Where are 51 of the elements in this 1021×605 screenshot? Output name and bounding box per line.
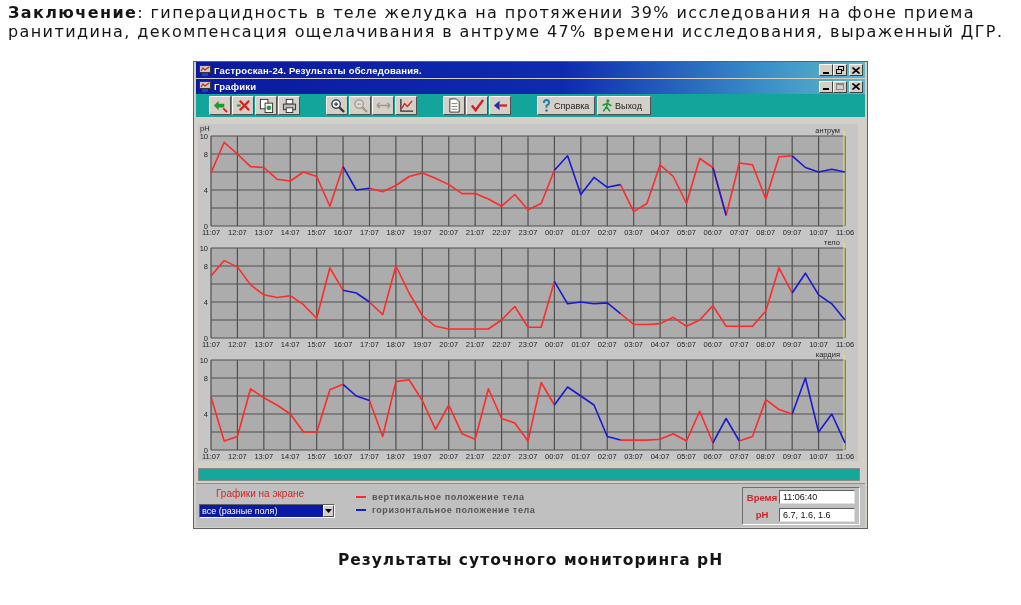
close-button[interactable] (849, 64, 863, 76)
figure-caption: Результаты суточного мониторинга pH (336, 551, 725, 569)
readout-label: Время (745, 491, 779, 503)
dropdown-button[interactable] (323, 505, 334, 517)
toolbar-button[interactable] (466, 96, 488, 115)
cross-icon (235, 98, 251, 113)
help-button[interactable]: Справка (537, 96, 595, 115)
arrows-icon (212, 98, 228, 113)
window-title: Гастроскан-24. Результаты обследования. (214, 64, 422, 76)
minimize-button[interactable] (819, 80, 833, 93)
restore-button[interactable] (833, 64, 847, 76)
arrow-icon (492, 98, 508, 113)
check-icon (469, 98, 485, 113)
readout-label: pH (754, 509, 770, 521)
legend-label: горизонтальное положение тела (372, 504, 536, 515)
app-icon (199, 64, 211, 76)
printer-icon (281, 98, 297, 113)
toolbar-button[interactable] (278, 96, 300, 115)
close-button[interactable] (849, 80, 863, 93)
pages-icon (258, 98, 274, 113)
maximize-button[interactable] (833, 80, 847, 93)
toolbar-button[interactable] (232, 96, 254, 115)
conclusion-text: Заключение: гиперацидность в теле желудка на протяжении 39% исследования на фоне приема ранитидина, декомпенсация ощелачивания в антруме 47% времени исследования, выраженный ДГР. (8, 3, 1005, 41)
zoom-in-icon (329, 98, 345, 113)
toolbar-button[interactable] (326, 96, 348, 115)
readout-field[interactable]: 6.7, 1.6, 1.6 (779, 507, 855, 522)
restore-icon (836, 66, 844, 74)
window-title: Графики (214, 81, 257, 92)
zoom-out-icon (352, 98, 368, 113)
person-icon (602, 99, 612, 112)
display-label: Графики на экране (216, 488, 305, 500)
toolbar-button[interactable] (443, 96, 465, 115)
exit-button[interactable]: Выход (597, 96, 651, 115)
toolbar-button[interactable] (489, 96, 511, 115)
toolbar-button[interactable] (255, 96, 277, 115)
document-icon (446, 98, 462, 113)
close-icon (852, 83, 860, 90)
maximize-icon (836, 83, 844, 90)
readout-field[interactable]: 11:06:40 (779, 490, 855, 505)
toolbar-button[interactable] (395, 96, 417, 115)
chart-icon (398, 98, 414, 113)
toolbar-button[interactable] (209, 96, 231, 115)
help-icon (542, 99, 551, 112)
caret-icon (325, 509, 332, 513)
minimize-icon (823, 71, 829, 74)
minimize-button[interactable] (819, 64, 833, 76)
display-select[interactable]: все (разные поля) (199, 504, 335, 518)
app-icon (199, 81, 211, 92)
close-icon (852, 66, 860, 74)
minimize-icon (823, 88, 829, 90)
legend-label: вертикальное положение тела (372, 491, 525, 502)
